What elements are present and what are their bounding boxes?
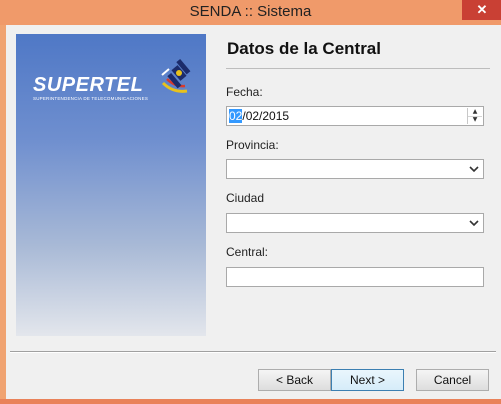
- ciudad-select[interactable]: [226, 213, 484, 233]
- satellite-icon: [161, 58, 191, 93]
- close-button[interactable]: ✕: [462, 0, 501, 20]
- logo-text: SUPERTEL: [33, 74, 144, 96]
- chevron-down-icon[interactable]: [468, 163, 480, 175]
- date-spinner[interactable]: ▲ ▼: [467, 108, 482, 124]
- spin-down-icon[interactable]: ▼: [468, 116, 482, 124]
- logo-subtitle: SUPERINTENDENCIA DE TELECOMUNICACIONES: [33, 96, 149, 101]
- wizard-window: SENDA :: Sistema ✕ SUPERTEL SUPERINTENDE…: [0, 0, 501, 404]
- title-bar[interactable]: SENDA :: Sistema ✕: [0, 0, 501, 25]
- fecha-rest: /02/2015: [242, 109, 290, 123]
- next-button[interactable]: Next >: [331, 369, 404, 391]
- central-label: Central:: [226, 245, 269, 259]
- back-button[interactable]: < Back: [258, 369, 331, 391]
- side-banner: SUPERTEL SUPERINTENDENCIA DE TELECOMUNIC…: [16, 34, 206, 336]
- fecha-day-selected[interactable]: 02: [229, 109, 243, 123]
- central-input[interactable]: [226, 267, 484, 287]
- provincia-select[interactable]: [226, 159, 484, 179]
- fecha-label: Fecha:: [226, 85, 263, 99]
- fecha-date-picker[interactable]: 02/02/2015 ▲ ▼: [226, 106, 484, 126]
- ciudad-label: Ciudad: [226, 191, 265, 205]
- window-bottom-border: [0, 399, 501, 404]
- page-title: Datos de la Central: [227, 39, 381, 58]
- heading-divider: [226, 68, 490, 69]
- fecha-value[interactable]: 02/02/2015: [229, 109, 289, 123]
- wizard-client-area: SUPERTEL SUPERINTENDENCIA DE TELECOMUNIC…: [6, 25, 501, 399]
- footer-divider-highlight: [10, 352, 496, 353]
- provincia-label: Provincia:: [226, 138, 279, 152]
- chevron-down-icon[interactable]: [468, 217, 480, 229]
- window-title: SENDA :: Sistema: [189, 3, 312, 20]
- close-icon: ✕: [476, 2, 488, 17]
- supertel-logo: SUPERTEL SUPERINTENDENCIA DE TELECOMUNIC…: [33, 58, 193, 104]
- cancel-button[interactable]: Cancel: [416, 369, 489, 391]
